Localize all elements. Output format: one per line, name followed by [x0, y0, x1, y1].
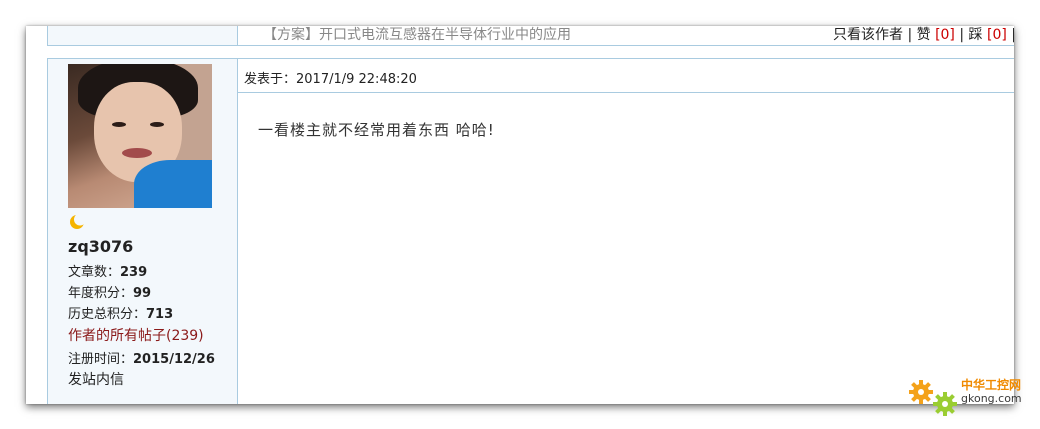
forum-post: zq3076 文章数：239 年度积分：99 历史总积分：713 作者的所有帖子…	[47, 58, 1014, 404]
previous-post-title-link[interactable]: 【方案】开口式电流互感器在半导体行业中的应用	[263, 26, 571, 44]
year-points-value: 99	[133, 286, 152, 301]
total-points-label: 历史总积分：	[68, 307, 147, 322]
post-content: 一看楼主就不经常用着东西 哈哈!	[258, 121, 495, 139]
only-author-link[interactable]: 只看该作者	[833, 27, 903, 43]
year-points-label: 年度积分：	[68, 286, 134, 301]
watermark-domain: gkong.com	[961, 392, 1022, 405]
watermark-name: 中华工控网	[961, 378, 1022, 392]
author-all-posts-link[interactable]: 作者的所有帖子(239)	[68, 325, 204, 345]
avatar-eye-left	[112, 122, 126, 127]
author-sidebar: zq3076 文章数：239 年度积分：99 历史总积分：713 作者的所有帖子…	[48, 59, 238, 404]
avatar-mouth	[122, 148, 152, 158]
separator: |	[907, 27, 913, 43]
avatar-shirt	[134, 160, 212, 208]
like-count: [0]	[935, 27, 955, 43]
dislike-count: [0]	[986, 27, 1007, 43]
articles-label: 文章数：	[68, 265, 121, 280]
registered-value: 2015/12/26	[133, 352, 215, 367]
site-watermark: 中华工控网 gkong.com	[905, 372, 1035, 422]
previous-post-footer: 【方案】开口式电流互感器在半导体行业中的应用 只看该作者 | 赞 [0] | 踩…	[47, 26, 1014, 46]
articles-value: 239	[120, 265, 148, 280]
avatar[interactable]	[68, 64, 212, 208]
previous-post-actions: 只看该作者 | 赞 [0] | 踩 [0] |	[833, 26, 1014, 44]
send-private-message-link[interactable]: 发站内信	[68, 369, 124, 389]
separator: |	[1011, 27, 1014, 43]
moon-icon	[70, 214, 85, 229]
registration-date: 注册时间：2015/12/26	[68, 348, 215, 367]
author-username[interactable]: zq3076	[68, 237, 133, 256]
gear-icon	[909, 380, 957, 416]
post-header: 发表于：2017/1/9 22:48:20	[238, 59, 1014, 93]
year-points: 年度积分：99	[68, 282, 151, 301]
dislike-link[interactable]: 踩	[969, 27, 983, 43]
previous-post-author-column	[48, 26, 238, 45]
like-link[interactable]: 赞	[917, 27, 931, 43]
total-points-value: 713	[146, 307, 174, 322]
forum-thread-window: 【方案】开口式电流互感器在半导体行业中的应用 只看该作者 | 赞 [0] | 踩…	[26, 26, 1014, 404]
total-points: 历史总积分：713	[68, 303, 173, 322]
separator: |	[959, 27, 965, 43]
registered-label: 注册时间：	[68, 352, 134, 367]
avatar-eye-right	[150, 122, 164, 127]
post-timestamp: 发表于：2017/1/9 22:48:20	[244, 72, 417, 87]
articles-count: 文章数：239	[68, 261, 147, 280]
